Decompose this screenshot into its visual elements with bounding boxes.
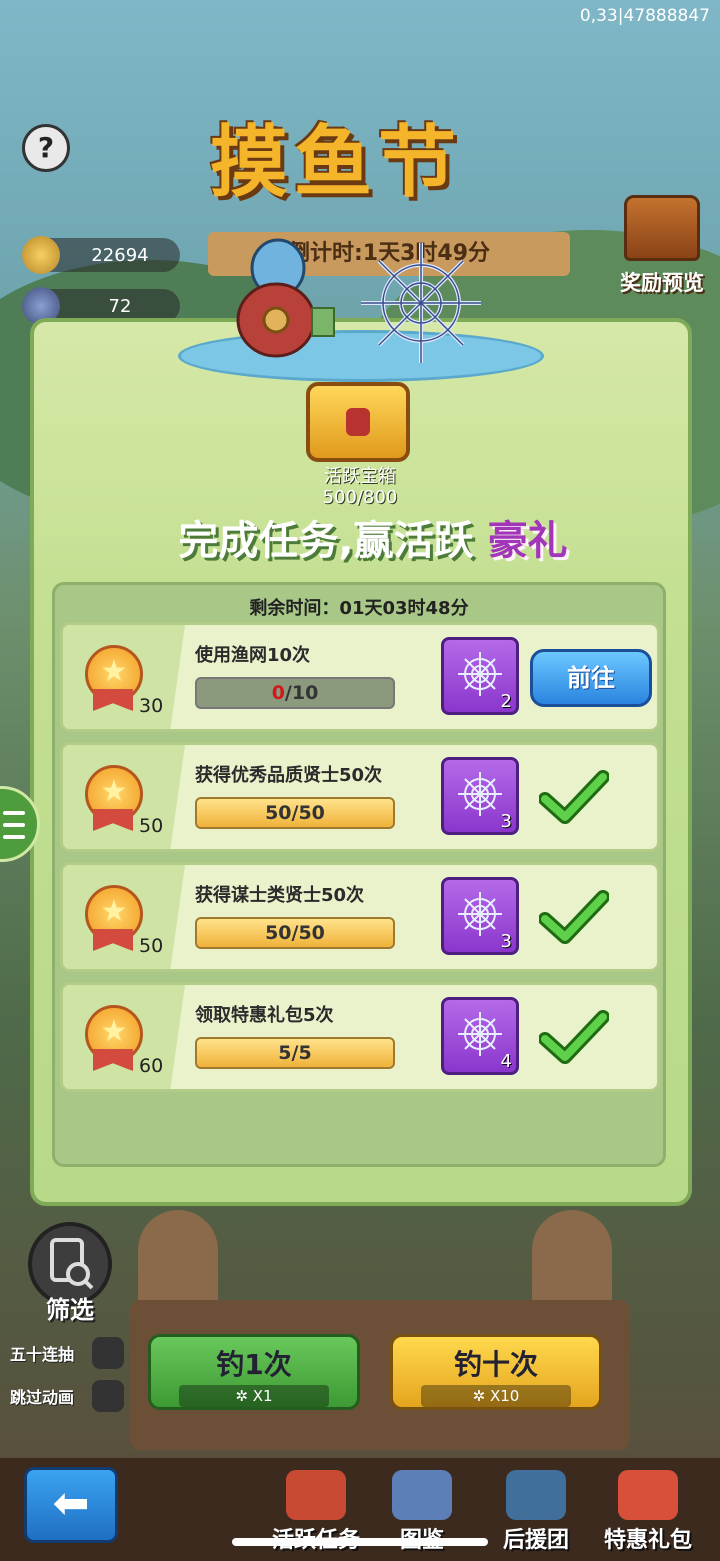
book-icon bbox=[392, 1470, 452, 1520]
treasure-chest-icon bbox=[624, 195, 700, 261]
fish-once-label: 钓1次 bbox=[216, 1348, 292, 1381]
event-title: 摸鱼节 bbox=[210, 118, 463, 208]
reward-count: 2 bbox=[500, 691, 512, 712]
task-description: 获得优秀品质贤士50次 bbox=[195, 765, 383, 786]
home-indicator[interactable] bbox=[232, 1538, 488, 1546]
task-reward[interactable]: 2 bbox=[441, 637, 519, 715]
task-row: ★ 60 领取特惠礼包5次 5/5 4 bbox=[60, 982, 660, 1092]
arrow-left-icon: ⬅ bbox=[52, 1478, 90, 1529]
activity-chest-icon[interactable] bbox=[306, 382, 410, 462]
reward-count: 3 bbox=[500, 811, 512, 832]
task-progress-bar: 50/50 bbox=[195, 917, 395, 949]
fish-once-cost: ✲ X1 bbox=[179, 1385, 329, 1407]
fishing-net-icon bbox=[361, 243, 481, 363]
building-icon bbox=[506, 1470, 566, 1520]
reward-preview-button[interactable]: 奖励预览 bbox=[612, 195, 712, 297]
task-description: 领取特惠礼包5次 bbox=[195, 1005, 334, 1026]
reward-preview-label: 奖励预览 bbox=[620, 271, 704, 295]
fish-once-button[interactable]: 钓1次 ✲ X1 bbox=[148, 1334, 360, 1410]
filter-label: 筛选 bbox=[46, 1296, 94, 1324]
fishing-net-icon bbox=[458, 652, 502, 696]
progress-total: /10 bbox=[284, 682, 319, 704]
gold-counter: 22694 bbox=[22, 236, 180, 274]
task-row: ★ 30 使用渔网10次 0/10 2 前往 bbox=[60, 622, 660, 732]
task-reward[interactable]: 3 bbox=[441, 757, 519, 835]
reward-count: 3 bbox=[500, 931, 512, 952]
task-points: 50 bbox=[139, 935, 164, 957]
task-description: 使用渔网10次 bbox=[195, 645, 311, 666]
net-value: 72 bbox=[108, 296, 132, 317]
fish-ten-cost: ✲ X10 bbox=[421, 1385, 571, 1407]
chest-name: 活跃宝箱 bbox=[324, 466, 396, 487]
gift-pack-icon bbox=[618, 1470, 678, 1520]
fish-ten-label: 钓十次 bbox=[453, 1348, 538, 1381]
task-points: 50 bbox=[139, 815, 164, 837]
fish-mascot-icon bbox=[236, 238, 335, 358]
checkmark-icon bbox=[539, 890, 609, 944]
fishing-net-icon: ✲ bbox=[235, 1387, 253, 1405]
reward-count: 4 bbox=[500, 1051, 512, 1072]
progress-current: 0 bbox=[271, 682, 285, 704]
task-reward[interactable]: 3 bbox=[441, 877, 519, 955]
task-points: 30 bbox=[139, 695, 164, 717]
fifty-draw-checkbox[interactable] bbox=[92, 1337, 124, 1369]
chest-progress: 500/800 bbox=[322, 487, 398, 508]
task-row: ★ 50 获得优秀品质贤士50次 50/50 3 bbox=[60, 742, 660, 852]
fishing-net-icon bbox=[458, 892, 502, 936]
skip-animation-checkbox[interactable] bbox=[92, 1380, 124, 1412]
slogan-highlight: 豪礼 bbox=[487, 518, 568, 564]
task-progress-bar: 50/50 bbox=[195, 797, 395, 829]
server-id-text: 0,33|47888847 bbox=[579, 6, 710, 26]
slogan: 完成任务,赢活跃 豪礼 bbox=[138, 508, 608, 566]
go-button[interactable]: 前往 bbox=[530, 649, 652, 707]
fishing-net-icon bbox=[458, 772, 502, 816]
nav-label: 后援团 bbox=[502, 1528, 569, 1553]
skip-animation-label: 跳过动画 bbox=[10, 1388, 75, 1407]
task-reward[interactable]: 4 bbox=[441, 997, 519, 1075]
checkmark-icon bbox=[539, 770, 609, 824]
task-row: ★ 50 获得谋士类贤士50次 50/50 3 bbox=[60, 862, 660, 972]
nav-special-offer[interactable]: 特惠礼包 bbox=[598, 1470, 698, 1554]
activity-icon bbox=[286, 1470, 346, 1520]
help-button[interactable]: ? bbox=[22, 124, 70, 172]
gold-value: 22694 bbox=[91, 245, 149, 266]
remaining-time: 剩余时间：01天03时48分 bbox=[249, 598, 469, 619]
fishing-net-icon: ✲ bbox=[472, 1387, 490, 1405]
task-description: 获得谋士类贤士50次 bbox=[195, 885, 365, 906]
fishing-net-icon bbox=[458, 1012, 502, 1056]
checkmark-icon bbox=[539, 1010, 609, 1064]
fish-ten-button[interactable]: 钓十次 ✲ X10 bbox=[390, 1334, 602, 1410]
back-button[interactable]: ⬅ bbox=[24, 1467, 118, 1543]
task-progress-bar: 0/10 bbox=[195, 677, 395, 709]
fifty-draw-label: 五十连抽 bbox=[10, 1345, 75, 1364]
task-points: 60 bbox=[139, 1055, 164, 1077]
nav-label: 特惠礼包 bbox=[603, 1528, 692, 1553]
nav-support-team[interactable]: 后援团 bbox=[486, 1470, 586, 1554]
task-progress-bar: 5/5 bbox=[195, 1037, 395, 1069]
gold-ingot-icon bbox=[22, 236, 60, 274]
slogan-main: 完成任务,赢活跃 bbox=[178, 518, 474, 564]
